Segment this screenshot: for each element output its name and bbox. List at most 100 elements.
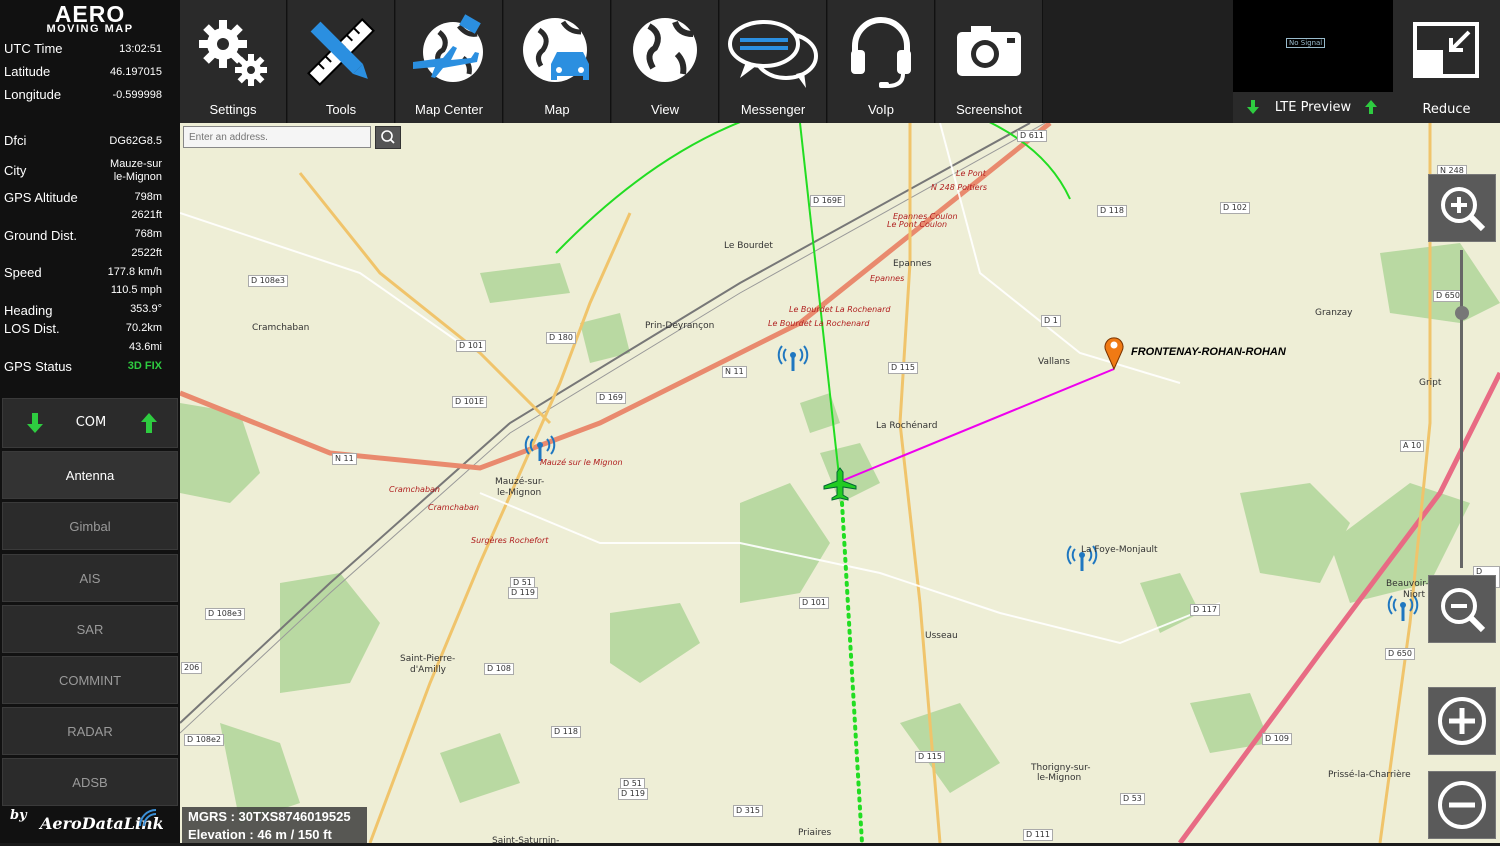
voip-button[interactable]: VoIp [828,0,935,123]
messenger-button[interactable]: Messenger [720,0,827,123]
tools-button[interactable]: Tools [288,0,395,123]
brand-by: by [10,808,27,823]
place-label: Mauzé sur le Mignon [540,458,623,467]
map-button[interactable]: Map [504,0,611,123]
top-toolbar: Settings Tools Map Center Map View Messe… [180,0,1500,123]
globe-car-icon [523,18,589,82]
logo-bottom: MOVING MAP [46,23,134,35]
los-mi: 43.6mi [128,341,162,353]
screenshot-label: Screenshot [956,102,1022,117]
town-label: Epannes [893,259,932,269]
menu-gimbal[interactable]: Gimbal [2,502,178,550]
address-search-input[interactable] [183,126,371,148]
utc-label: UTC Time [4,41,63,56]
town-label: Cramchaban [252,323,310,333]
com-toggle[interactable]: COM [2,398,178,448]
reduce-button[interactable]: Reduce [1393,0,1500,123]
view-label: View [651,102,679,117]
heading-value: 353.9° [130,303,162,315]
antenna-site-icons [524,345,1419,621]
reduce-label: Reduce [1422,102,1471,117]
dfci-value: DG62G8.5 [109,135,162,147]
road-label: N 11 [332,453,357,465]
mgrs-readout: MGRS : 30TXS8746019525 [188,809,351,824]
map-canvas[interactable] [180,123,1500,843]
arrow-up-icon[interactable] [139,412,159,434]
dfci-label: Dfci [4,133,27,148]
map-center-label: Map Center [415,102,483,117]
messenger-label: Messenger [740,102,806,117]
road-label: D 115 [915,751,945,763]
remove-button[interactable] [1428,771,1496,839]
place-label: Le Bourdet La Rochenard [768,319,870,328]
menu-radar[interactable]: RADAR [2,707,178,755]
menu-sar[interactable]: SAR [2,605,178,653]
plus-circle-icon [1438,697,1486,745]
ground-dist-ft: 2522ft [131,247,162,259]
road-label: D 101E [452,396,488,408]
speed-kmh: 177.8 km/h [107,266,162,278]
town-label: le-Mignon [1037,773,1082,783]
target-label[interactable]: FRONTENAY-ROHAN-ROHAN [1131,346,1286,358]
screenshot-button[interactable]: Screenshot [936,0,1043,123]
reduce-window-icon [1413,22,1479,78]
place-label: Cramchaban [428,503,479,512]
map-center-button[interactable]: Map Center [396,0,503,123]
place-label: Le Bourdet La Rochenard [789,305,891,314]
road-label: D 611 [1017,130,1047,142]
menu-ais[interactable]: AIS [2,554,178,602]
ground-dist-label: Ground Dist. [4,228,77,243]
town-label: le-Mignon [497,488,542,498]
place-label: Le Pont [956,169,986,178]
town-label: Saint-Pierre- [400,654,456,664]
road-label: D 118 [1097,205,1127,217]
lte-preview-panel[interactable]: No Signal LTE Preview [1233,0,1393,123]
road-label: D 118 [551,726,581,738]
chat-bubbles-icon [728,20,818,88]
sidebar: AERO MOVING MAP UTC Time 13:02:51 Latitu… [0,0,180,843]
menu-commint[interactable]: COMMINT [2,656,178,704]
forest-areas [180,243,1500,823]
speed-label: Speed [4,265,42,280]
signal-arc-icon [139,809,157,827]
road-label: D 115 [888,362,918,374]
minus-circle-icon [1438,781,1486,829]
zoom-slider-handle[interactable] [1455,306,1469,320]
view-button[interactable]: View [612,0,719,123]
town-label: Prissé-la-Charrière [1328,770,1411,780]
road-label: D 108e3 [205,608,245,620]
lte-video-screen[interactable]: No Signal [1233,0,1393,92]
no-signal-badge: No Signal [1286,38,1326,48]
place-label: N 248 Poitiers [931,183,988,192]
town-label: Vallans [1038,357,1070,367]
search-icon [381,130,395,144]
road-label: D 650 [1385,648,1415,660]
gps-alt-m: 798m [134,191,162,203]
add-button[interactable] [1428,687,1496,755]
road-label: D 119 [508,587,538,599]
road-label: D 101 [456,340,486,352]
voip-label: VoIp [867,102,895,117]
town-label: Gript [1419,378,1442,388]
map-label: Map [544,102,570,117]
globe-icon [633,18,697,82]
zoom-out-button[interactable] [1428,575,1496,643]
los-label: LOS Dist. [4,321,60,336]
gps-status-label: GPS Status [4,359,72,374]
town-label: Granzay [1315,308,1353,318]
zoom-slider-track[interactable] [1460,250,1463,568]
tools-label: Tools [325,102,357,117]
road-label: 206 [181,662,203,674]
arrow-up-icon[interactable] [1365,100,1377,114]
settings-button[interactable]: Settings [180,0,287,123]
app-logo: AERO MOVING MAP [0,2,180,38]
map-view[interactable] [180,123,1500,843]
search-button[interactable] [375,126,401,149]
town-label: Mauzé-sur- [495,477,545,487]
road-label: D 119 [618,788,648,800]
menu-adsb[interactable]: ADSB [2,758,178,806]
menu-antenna[interactable]: Antenna [2,451,178,499]
road-label: D 108e2 [184,734,224,746]
zoom-in-button[interactable] [1428,174,1496,242]
ground-dist-m: 768m [134,228,162,240]
